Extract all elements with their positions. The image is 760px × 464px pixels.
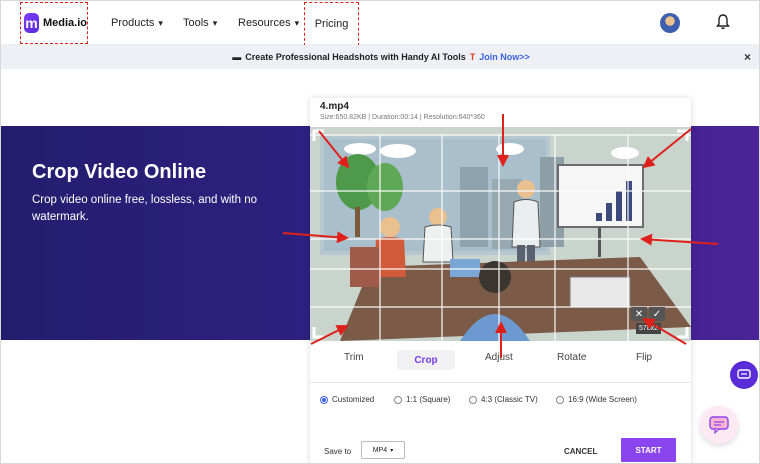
page: m Media.io Products ▾ Tools ▾ Resources … (0, 0, 760, 464)
logo[interactable]: m Media.io (20, 2, 88, 44)
nav-products-label: Products (111, 17, 155, 29)
promo-bar: ▬ Create Professional Headshots with Han… (1, 45, 759, 69)
media-io-logo-icon: m (24, 13, 39, 33)
editor-panel: 4.mp4 Size:650.82KB | Duration:00:14 | R… (310, 98, 691, 463)
logo-text: Media.io (42, 17, 87, 29)
option-square-label: 1:1 (Square) (406, 395, 451, 404)
file-meta: Size:650.82KB | Duration:00:14 | Resolut… (320, 114, 485, 121)
page-title: Crop Video Online (32, 161, 207, 183)
radio-icon (556, 395, 564, 404)
chevron-down-icon: ▾ (158, 17, 163, 28)
chevron-down-icon: ▾ (212, 17, 218, 28)
message-bubble-icon (709, 416, 729, 434)
editor-tabs: Trim Crop Adjust Rotate Flip (310, 347, 691, 375)
option-classic-label: 4:3 (Classic TV) (481, 395, 538, 404)
radio-selected-icon (320, 395, 328, 404)
option-customized[interactable]: Customized (320, 395, 374, 404)
option-wide-screen[interactable]: 16:9 (Wide Screen) (556, 395, 637, 404)
option-customized-label: Customized (332, 395, 375, 404)
start-button[interactable]: START (621, 438, 676, 462)
crop-size-readout: 578x2 (636, 323, 662, 334)
file-name: 4.mp4 (320, 101, 349, 112)
top-navbar: m Media.io Products ▾ Tools ▾ Resources … (1, 1, 759, 46)
ai-assistant-button[interactable] (700, 406, 738, 444)
option-square[interactable]: 1:1 (Square) (394, 395, 450, 404)
close-icon: ✕ (634, 308, 644, 320)
bell-icon[interactable] (716, 14, 730, 30)
cancel-button[interactable]: CANCEL (564, 447, 597, 456)
nav-tools[interactable]: Tools ▾ (183, 17, 217, 29)
close-icon[interactable]: × (744, 50, 751, 64)
video-preview[interactable]: ✕ ✓ 578x2 (310, 127, 691, 341)
join-now-link[interactable]: Join Now>> (479, 52, 530, 62)
headshot-icon: ▬ (232, 52, 242, 62)
divider (310, 382, 691, 383)
option-classic-tv[interactable]: 4:3 (Classic TV) (469, 395, 538, 404)
chat-button[interactable] (730, 361, 758, 389)
nav-resources[interactable]: Resources ▾ (238, 17, 299, 29)
promo-text: Create Professional Headshots with Handy… (245, 52, 466, 62)
nav-resources-label: Resources (238, 17, 291, 29)
chevron-down-icon: ▾ (294, 17, 300, 28)
hero-subtitle: Crop video online free, lossless, and wi… (32, 194, 258, 223)
chevron-down-icon: ▾ (390, 447, 394, 454)
save-to-label: Save to (324, 447, 352, 456)
tab-trim[interactable]: Trim (344, 352, 364, 363)
tab-crop[interactable]: Crop (397, 350, 455, 370)
avatar[interactable] (660, 13, 680, 33)
tab-flip[interactable]: Flip (636, 352, 652, 363)
radio-icon (394, 395, 402, 404)
nav-tools-label: Tools (183, 17, 209, 29)
crop-confirm-button[interactable]: ✓ (649, 307, 665, 321)
nav-pricing[interactable]: Pricing (304, 2, 359, 46)
tab-adjust[interactable]: Adjust (485, 352, 513, 363)
gift-icon: T (469, 52, 476, 62)
crop-cancel-button[interactable]: ✕ (631, 307, 647, 321)
tab-rotate[interactable]: Rotate (557, 352, 586, 363)
format-select[interactable]: MP4 ▾ (361, 441, 405, 459)
check-icon: ✓ (652, 308, 662, 320)
option-wide-label: 16:9 (Wide Screen) (568, 395, 637, 404)
format-value: MP4 (372, 446, 388, 454)
radio-icon (469, 395, 477, 404)
nav-products[interactable]: Products ▾ (111, 17, 163, 29)
chat-icon (737, 369, 751, 379)
